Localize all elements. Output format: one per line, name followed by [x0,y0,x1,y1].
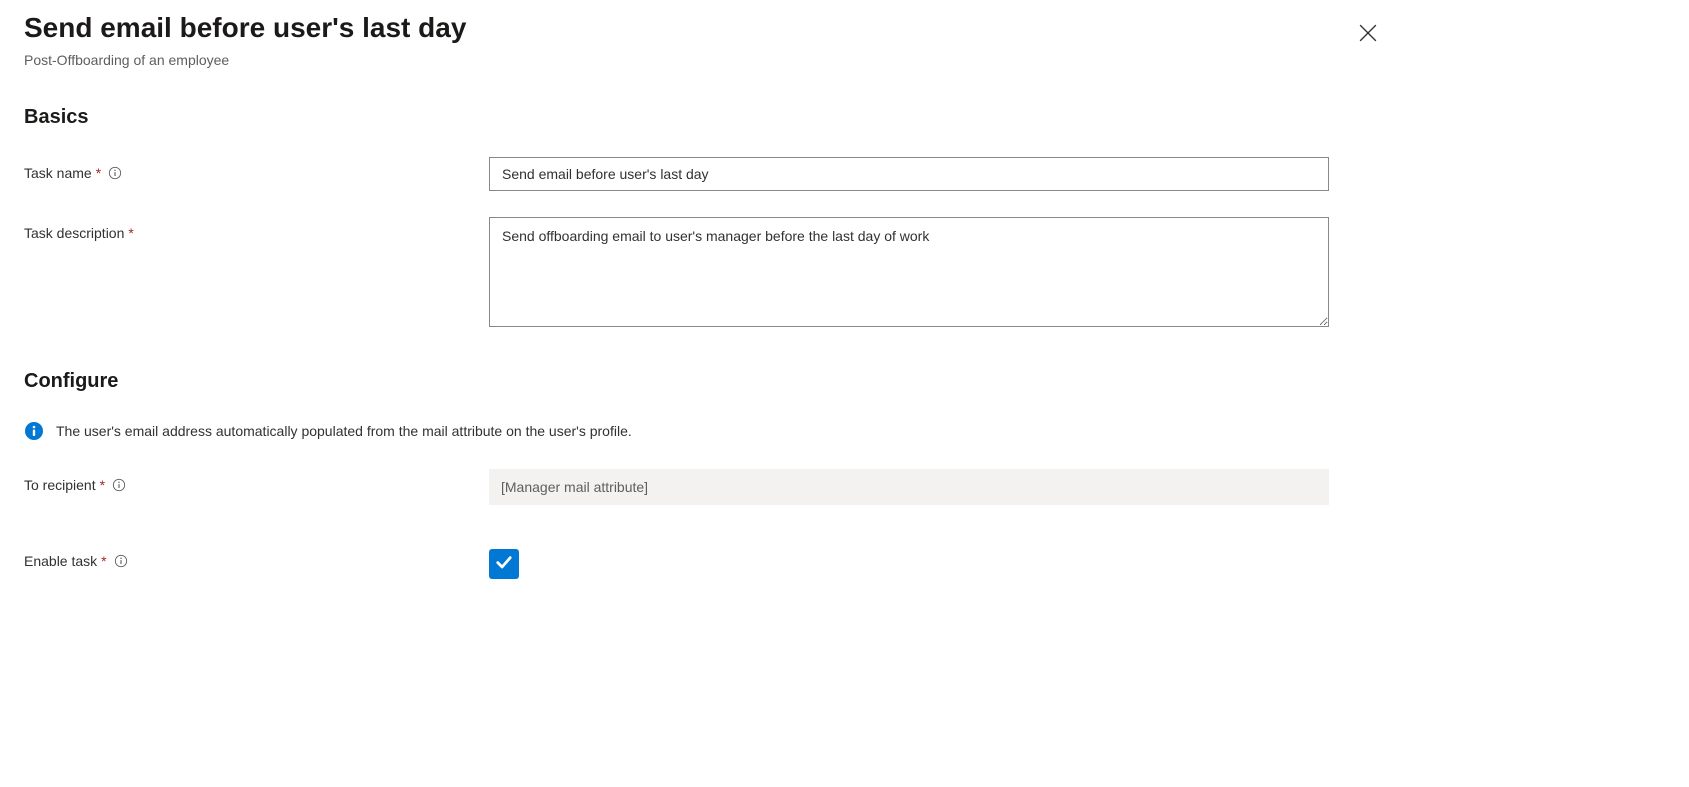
page-title: Send email before user's last day [24,10,1351,46]
info-icon[interactable] [113,553,129,569]
info-icon[interactable] [111,477,127,493]
required-marker: * [96,165,101,181]
to-recipient-field: [Manager mail attribute] [489,469,1329,505]
task-description-input[interactable] [489,217,1329,327]
configure-heading: Configure [24,370,1665,393]
task-name-input[interactable] [489,157,1329,191]
required-marker: * [128,225,133,241]
close-button[interactable] [1351,16,1385,53]
configure-info-text: The user's email address automatically p… [56,423,632,439]
info-icon[interactable] [107,165,123,181]
required-marker: * [101,553,106,569]
enable-task-label: Enable task [24,553,97,569]
close-icon [1359,30,1377,45]
task-name-label: Task name [24,165,92,181]
enable-task-checkbox[interactable] [489,549,519,579]
required-marker: * [100,477,105,493]
page-subtitle: Post-Offboarding of an employee [24,52,1351,68]
to-recipient-label: To recipient [24,477,96,493]
task-description-label: Task description [24,225,124,241]
info-icon [24,421,44,441]
check-icon [494,552,514,577]
basics-heading: Basics [24,106,1665,129]
